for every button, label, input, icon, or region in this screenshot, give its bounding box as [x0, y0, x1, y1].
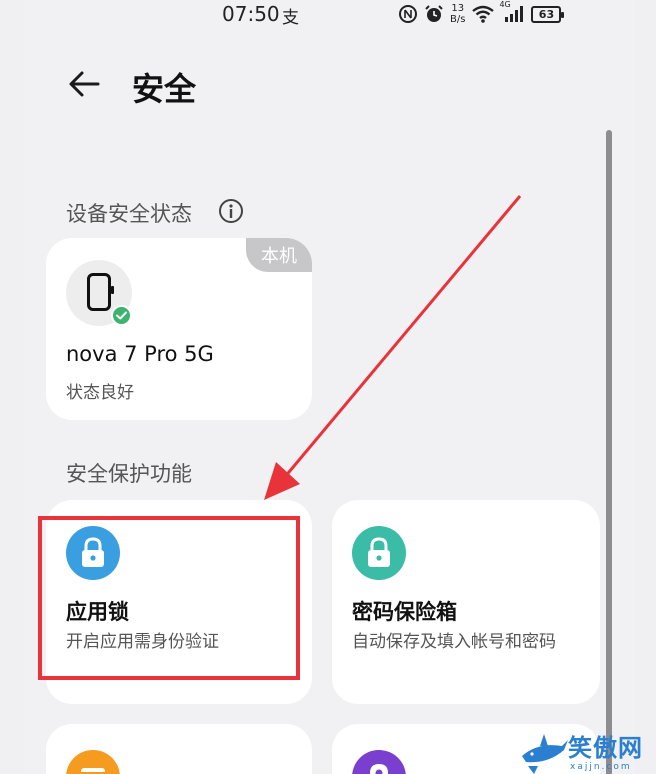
watermark-url: xajjn.com — [570, 762, 632, 772]
shark-logo-icon — [522, 734, 568, 774]
watermark: 笑傲网 xajjn.com — [518, 726, 656, 774]
security-screen: 07:50 支 13 B/s 4G 63 安全 设备安全状态 本机 nova 7… — [24, 0, 634, 774]
annotation-arrow — [264, 195, 522, 500]
watermark-text: 笑傲网 — [568, 734, 643, 762]
